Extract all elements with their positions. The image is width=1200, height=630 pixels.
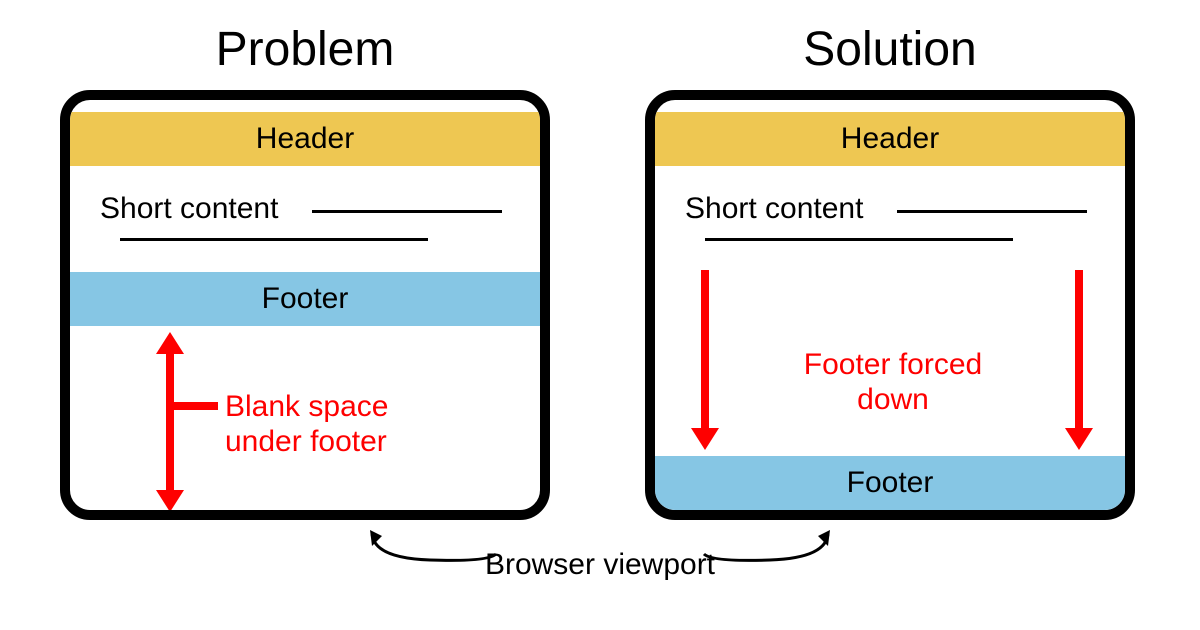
forced-down-annotation: Footer forced down — [773, 348, 1013, 417]
solution-viewport: Header Short content Footer Footer force… — [645, 90, 1135, 520]
content-line — [312, 210, 502, 213]
down-arrow-icon — [1059, 270, 1099, 450]
double-arrow-icon — [150, 332, 190, 512]
problem-footer: Footer — [70, 272, 540, 326]
content-line — [705, 238, 1013, 241]
solution-header: Header — [655, 112, 1125, 166]
solution-footer: Footer — [655, 456, 1125, 510]
solution-content-label: Short content — [685, 192, 863, 226]
solution-title: Solution — [645, 22, 1135, 77]
content-line — [897, 210, 1087, 213]
viewport-label: Browser viewport — [0, 548, 1200, 582]
diagram-canvas: Problem Solution Header Short content Fo… — [0, 0, 1200, 630]
problem-header: Header — [70, 112, 540, 166]
problem-viewport: Header Short content Footer Blank spaceu… — [60, 90, 550, 520]
problem-content-label: Short content — [100, 192, 278, 226]
annotation-connector — [168, 402, 218, 410]
blank-space-annotation: Blank spaceunder footer — [225, 390, 388, 459]
content-line — [120, 238, 428, 241]
down-arrow-icon — [685, 270, 725, 450]
problem-title: Problem — [60, 22, 550, 77]
